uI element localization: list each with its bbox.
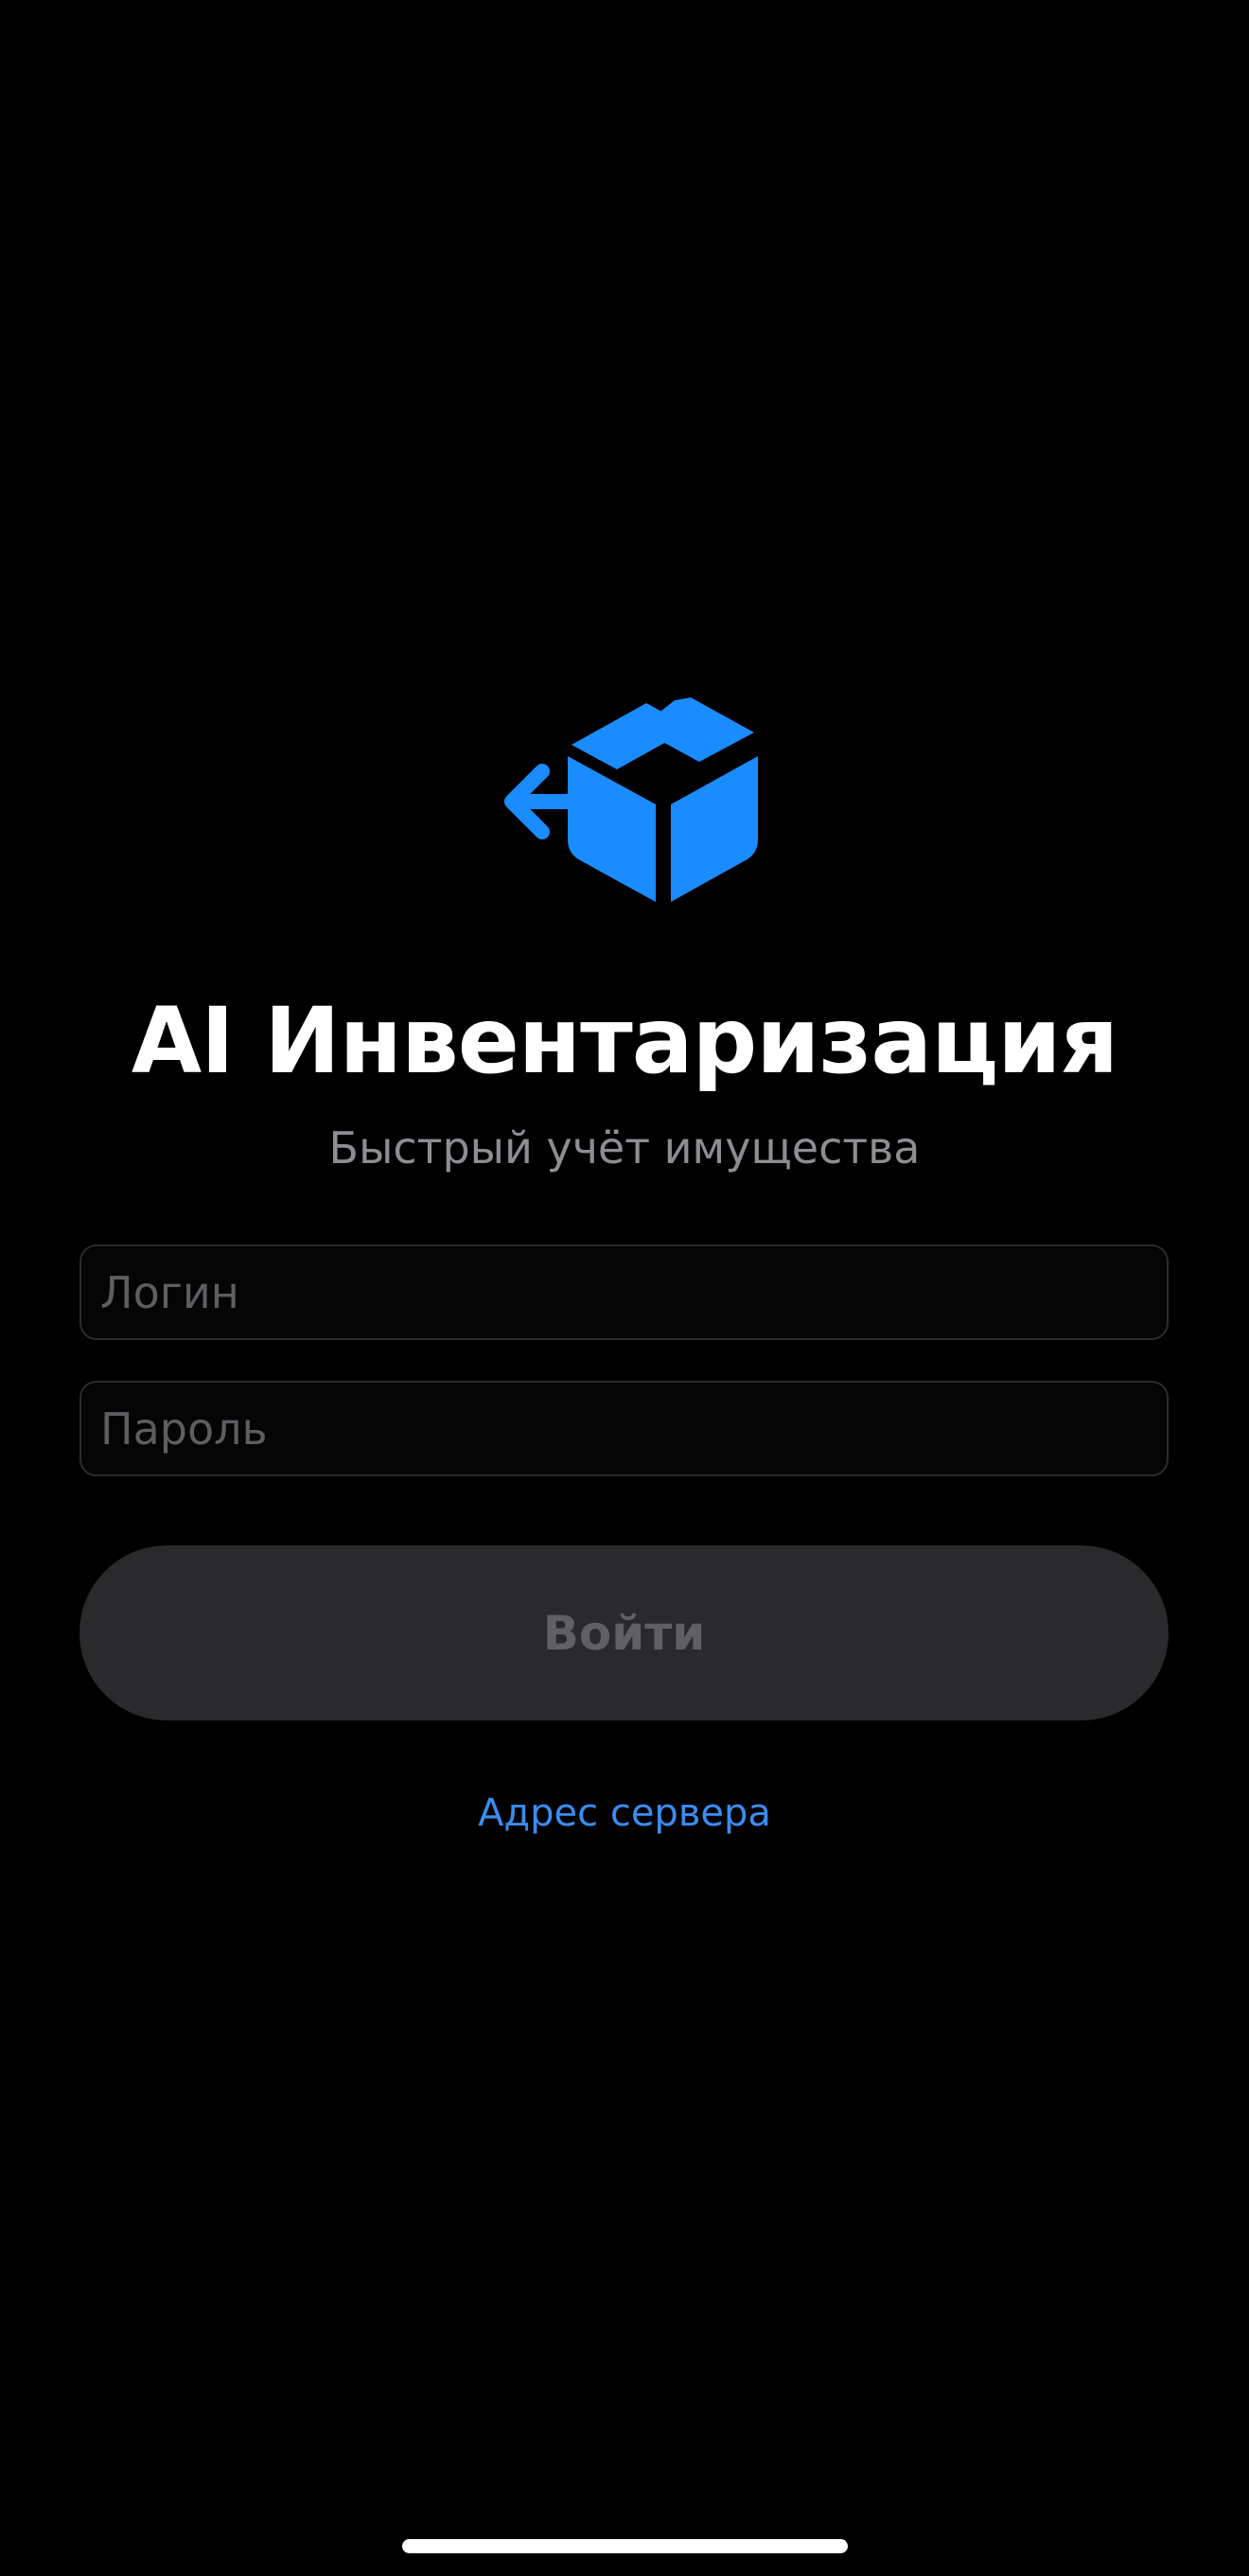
app-title: AI Инвентаризация [131,988,1118,1094]
app-subtitle: Быстрый учёт имущества [328,1122,921,1173]
password-input[interactable] [100,1383,1148,1474]
login-input[interactable] [100,1246,1148,1338]
password-field[interactable] [79,1381,1169,1476]
server-address-link[interactable]: Адрес сервера [0,1785,1249,1842]
app-logo-icon [485,697,760,904]
login-button[interactable]: Войти [79,1545,1169,1720]
login-field[interactable] [79,1244,1169,1340]
home-indicator[interactable] [402,2539,848,2553]
